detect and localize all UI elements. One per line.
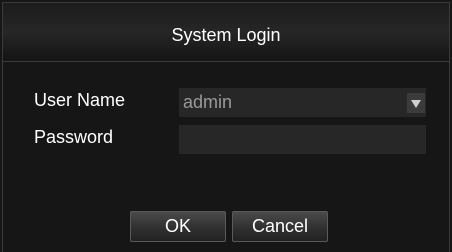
username-select[interactable]: admin [179, 88, 426, 117]
cancel-button[interactable]: Cancel [232, 211, 328, 242]
chevron-down-icon[interactable] [407, 93, 425, 113]
username-label: User Name [34, 90, 126, 110]
password-label: Password [34, 127, 114, 147]
dialog-titlebar: System Login [3, 3, 449, 62]
username-value: admin [183, 92, 233, 112]
ok-button[interactable]: OK [130, 211, 226, 242]
password-field[interactable] [179, 125, 426, 154]
dialog-title: System Login [171, 25, 281, 45]
login-dialog: System Login User Name admin Password OK… [0, 0, 452, 252]
